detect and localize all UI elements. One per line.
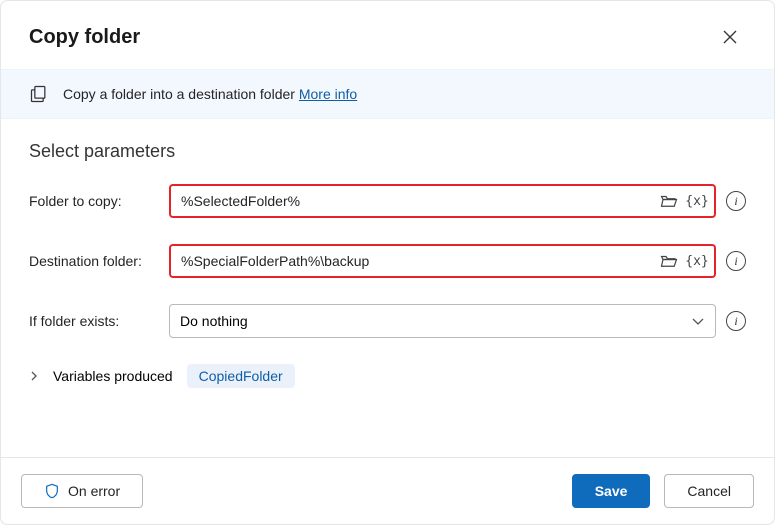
- save-label: Save: [595, 483, 628, 499]
- row-destination-folder: Destination folder: %SpecialFolderPath%\…: [29, 244, 746, 278]
- info-icon[interactable]: i: [726, 251, 746, 271]
- info-icon[interactable]: i: [726, 191, 746, 211]
- close-button[interactable]: [714, 21, 746, 53]
- insert-variable-button[interactable]: {x}: [686, 190, 708, 212]
- dialog-header: Copy folder: [1, 1, 774, 69]
- copy-folder-icon: [29, 84, 49, 104]
- folder-to-copy-label: Folder to copy:: [29, 193, 169, 209]
- dialog-footer: On error Save Cancel: [1, 457, 774, 524]
- copy-folder-dialog: Copy folder Copy a folder into a destina…: [0, 0, 775, 525]
- cancel-button[interactable]: Cancel: [664, 474, 754, 508]
- shield-icon: [44, 483, 60, 499]
- banner-text: Copy a folder into a destination folder …: [63, 86, 357, 102]
- close-icon: [723, 30, 737, 44]
- chevron-down-icon: [691, 314, 705, 328]
- chevron-right-icon: [29, 371, 39, 381]
- on-error-label: On error: [68, 483, 120, 499]
- destination-folder-input[interactable]: %SpecialFolderPath%\backup {x}: [169, 244, 716, 278]
- cancel-label: Cancel: [687, 483, 731, 499]
- folder-open-icon: [660, 253, 678, 269]
- folder-open-icon: [660, 193, 678, 209]
- section-title: Select parameters: [29, 141, 746, 162]
- dialog-title: Copy folder: [29, 26, 140, 49]
- dialog-content: Select parameters Folder to copy: %Selec…: [1, 119, 774, 457]
- browse-folder-button[interactable]: [658, 250, 680, 272]
- folder-to-copy-input[interactable]: %SelectedFolder% {x}: [169, 184, 716, 218]
- destination-folder-label: Destination folder:: [29, 253, 169, 269]
- if-folder-exists-select[interactable]: Do nothing: [169, 304, 716, 338]
- folder-to-copy-value: %SelectedFolder%: [181, 193, 652, 209]
- save-button[interactable]: Save: [572, 474, 651, 508]
- destination-folder-value: %SpecialFolderPath%\backup: [181, 253, 652, 269]
- info-banner: Copy a folder into a destination folder …: [1, 69, 774, 119]
- variable-chip[interactable]: CopiedFolder: [187, 364, 295, 388]
- if-folder-exists-value: Do nothing: [180, 313, 248, 329]
- info-icon[interactable]: i: [726, 311, 746, 331]
- on-error-button[interactable]: On error: [21, 474, 143, 508]
- insert-variable-button[interactable]: {x}: [686, 250, 708, 272]
- variables-produced-row[interactable]: Variables produced CopiedFolder: [29, 364, 746, 388]
- row-if-folder-exists: If folder exists: Do nothing i: [29, 304, 746, 338]
- variables-produced-label: Variables produced: [53, 368, 173, 384]
- if-folder-exists-label: If folder exists:: [29, 313, 169, 329]
- browse-folder-button[interactable]: [658, 190, 680, 212]
- row-folder-to-copy: Folder to copy: %SelectedFolder% {x} i: [29, 184, 746, 218]
- more-info-link[interactable]: More info: [299, 86, 357, 102]
